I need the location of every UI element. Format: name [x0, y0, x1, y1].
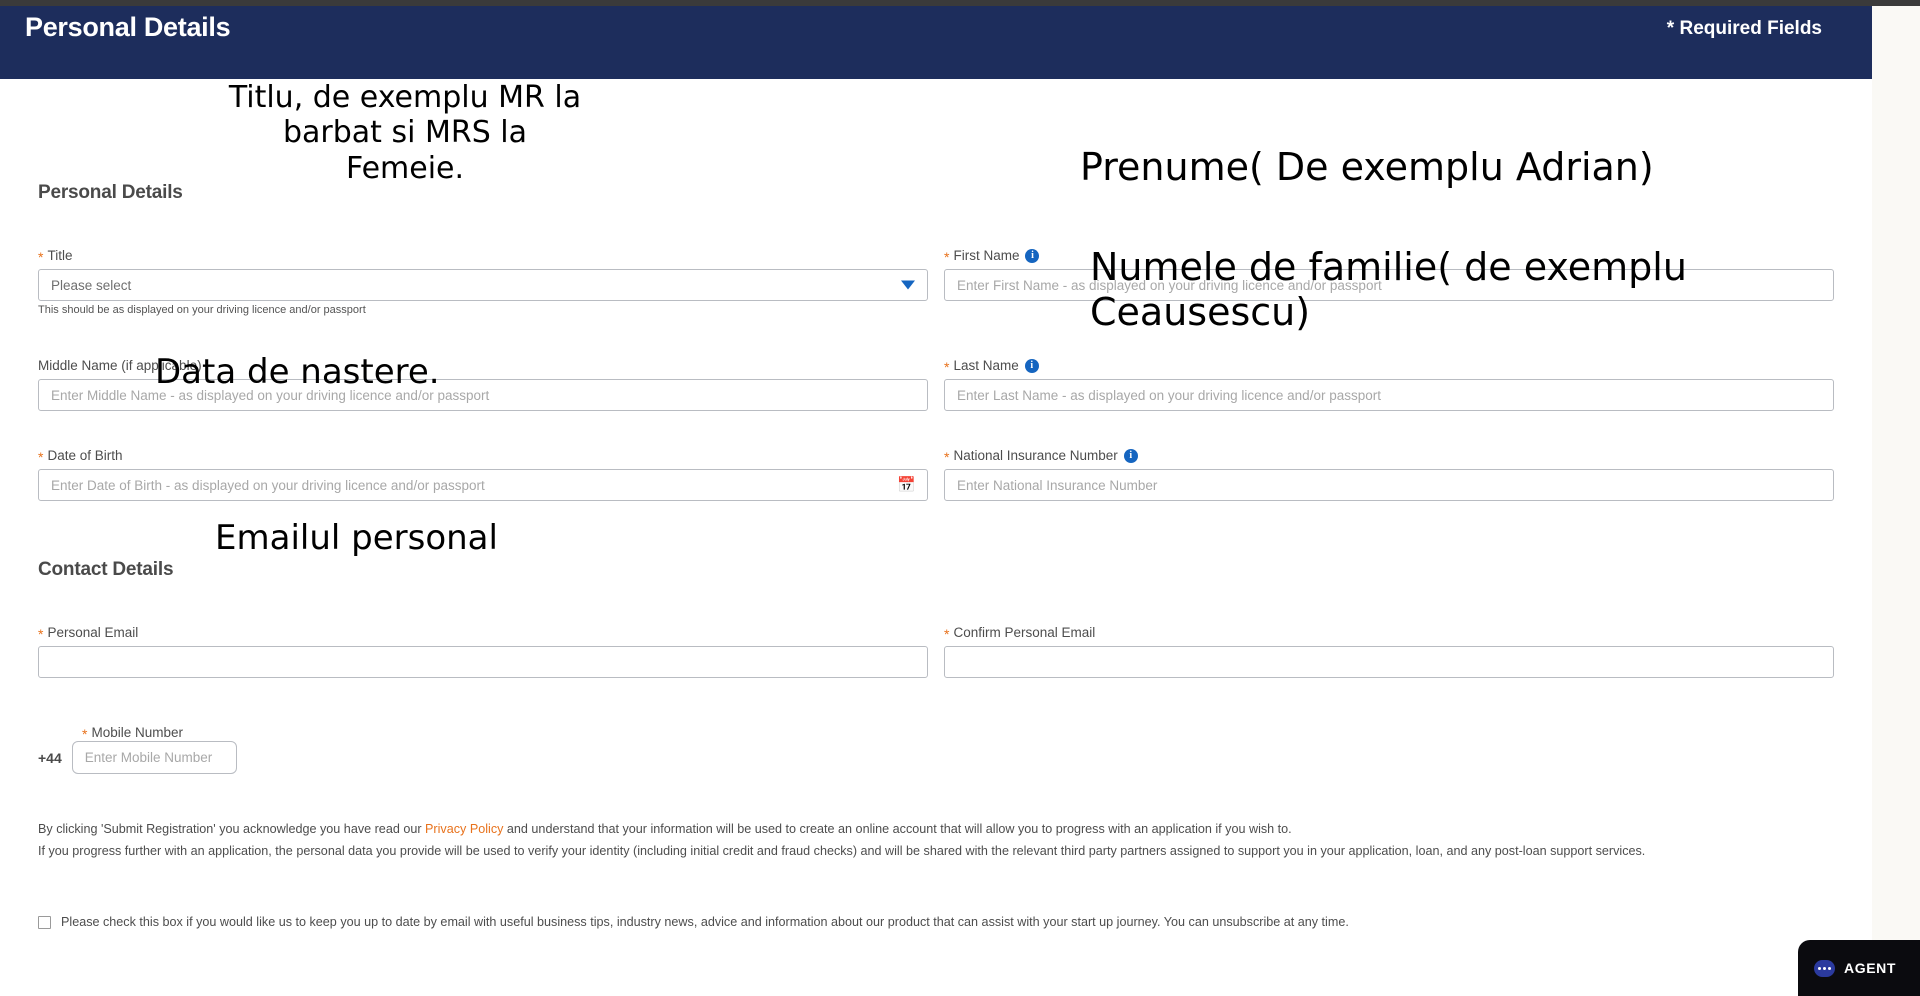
field-label-date-of-birth: * Date of Birth	[38, 447, 928, 464]
page-header: Personal Details * Required Fields	[0, 6, 1872, 79]
page-title: Personal Details	[25, 12, 231, 42]
last-name-input[interactable]: Enter Last Name - as displayed on your d…	[944, 379, 1834, 411]
legal-line1-after: and understand that your information wil…	[503, 822, 1292, 836]
required-asterisk: *	[38, 448, 44, 465]
legal-line1-before: By clicking 'Submit Registration' you ac…	[38, 822, 426, 836]
section-title-contact-details: Contact Details	[38, 559, 174, 580]
registration-page: Personal Details * Required Fields Perso…	[0, 0, 1920, 996]
field-middle-name: Middle Name (if applicable) Enter Middle…	[38, 357, 928, 411]
mobile-number-placeholder: Enter Mobile Number	[84, 750, 213, 765]
first-name-input[interactable]: Enter First Name - as displayed on your …	[944, 269, 1834, 301]
field-confirm-personal-email: * Confirm Personal Email	[944, 624, 1834, 678]
marketing-consent-label: Please check this box if you would like …	[61, 915, 1349, 929]
mobile-number-input[interactable]: Enter Mobile Number	[71, 741, 237, 774]
required-asterisk: *	[944, 625, 950, 642]
required-asterisk: *	[944, 358, 950, 375]
marketing-consent-checkbox[interactable]	[38, 916, 51, 929]
field-label-first-name: * First Name i	[944, 247, 1834, 264]
required-asterisk: *	[38, 625, 44, 642]
field-personal-email: * Personal Email	[38, 624, 928, 678]
info-icon[interactable]: i	[1123, 448, 1138, 463]
field-label-title: * Title	[38, 247, 928, 264]
legal-disclaimer: By clicking 'Submit Registration' you ac…	[38, 819, 1838, 862]
label-text: Confirm Personal Email	[953, 625, 1096, 640]
label-text: Mobile Number	[91, 725, 183, 740]
app-frame: Personal Details * Required Fields Perso…	[0, 6, 1872, 996]
label-text: First Name	[953, 248, 1020, 263]
legal-line-2: If you progress further with an applicat…	[38, 843, 1646, 858]
field-label-mobile-number: * Mobile Number	[82, 724, 183, 741]
required-fields-note: * Required Fields	[1666, 18, 1822, 39]
mobile-country-prefix: +44	[38, 750, 62, 766]
agent-chat-widget[interactable]: AGENT	[1798, 940, 1920, 996]
chevron-down-icon[interactable]	[901, 280, 915, 290]
field-first-name: * First Name i Enter First Name - as dis…	[944, 247, 1834, 301]
calendar-icon[interactable]: 📅	[897, 478, 916, 493]
field-label-last-name: * Last Name i	[944, 357, 1834, 374]
national-insurance-placeholder: Enter National Insurance Number	[957, 477, 1158, 493]
national-insurance-input[interactable]: Enter National Insurance Number	[944, 469, 1834, 501]
middle-name-input[interactable]: Enter Middle Name - as displayed on your…	[38, 379, 928, 411]
label-text: Date of Birth	[47, 448, 123, 463]
info-icon[interactable]: i	[1024, 358, 1039, 373]
title-helper-text: This should be as displayed on your driv…	[38, 304, 366, 316]
label-text: Title	[47, 248, 73, 263]
label-text: Last Name	[953, 358, 1019, 373]
mobile-number-group: +44 Enter Mobile Number	[38, 741, 237, 774]
personal-email-input[interactable]	[38, 646, 928, 678]
field-last-name: * Last Name i Enter Last Name - as displ…	[944, 357, 1834, 411]
field-label-personal-email: * Personal Email	[38, 624, 928, 641]
agent-chat-label: AGENT	[1844, 960, 1896, 976]
privacy-policy-link[interactable]: Privacy Policy	[425, 822, 503, 836]
label-text: National Insurance Number	[953, 448, 1118, 463]
field-label-national-insurance-number: * National Insurance Number i	[944, 447, 1834, 464]
date-of-birth-placeholder: Enter Date of Birth - as displayed on yo…	[51, 477, 485, 493]
label-text: Personal Email	[47, 625, 139, 640]
field-title: * Title Please select This should be as …	[38, 247, 928, 316]
section-title-personal-details: Personal Details	[38, 182, 183, 203]
form-body: Personal Details * Title Please select T…	[0, 79, 1872, 996]
confirm-personal-email-input[interactable]	[944, 646, 1834, 678]
marketing-consent-row[interactable]: Please check this box if you would like …	[38, 914, 1349, 931]
field-label-confirm-personal-email: * Confirm Personal Email	[944, 624, 1834, 641]
first-name-placeholder: Enter First Name - as displayed on your …	[957, 277, 1382, 293]
middle-name-placeholder: Enter Middle Name - as displayed on your…	[51, 387, 490, 403]
required-asterisk: *	[944, 248, 950, 265]
field-label-middle-name: Middle Name (if applicable)	[38, 357, 928, 374]
field-date-of-birth: * Date of Birth Enter Date of Birth - as…	[38, 447, 928, 501]
required-asterisk: *	[82, 725, 88, 742]
last-name-placeholder: Enter Last Name - as displayed on your d…	[957, 387, 1381, 403]
date-of-birth-input[interactable]: Enter Date of Birth - as displayed on yo…	[38, 469, 928, 501]
field-national-insurance-number: * National Insurance Number i Enter Nati…	[944, 447, 1834, 501]
legal-line-1: By clicking 'Submit Registration' you ac…	[38, 819, 1838, 841]
info-icon[interactable]: i	[1025, 248, 1040, 263]
title-select[interactable]: Please select	[38, 269, 928, 301]
label-text: Middle Name (if applicable)	[38, 358, 202, 373]
required-asterisk: *	[944, 448, 950, 465]
chat-bubble-icon	[1814, 959, 1835, 977]
title-select-value: Please select	[51, 277, 132, 293]
required-asterisk: *	[38, 248, 44, 265]
